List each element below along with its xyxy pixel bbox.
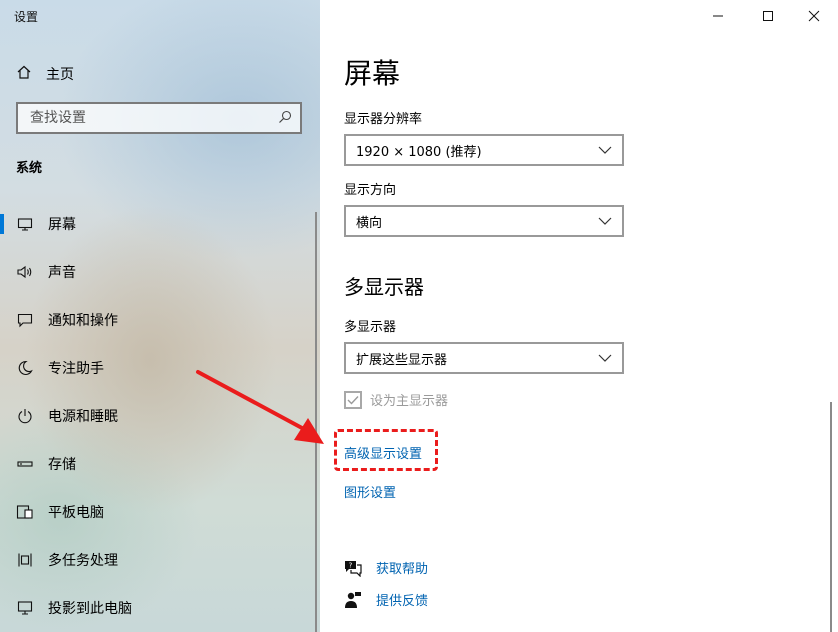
sidebar-item-focus-assist[interactable]: 专注助手	[0, 348, 316, 388]
sidebar-item-multitasking[interactable]: 多任务处理	[0, 540, 316, 580]
section-title: 系统	[16, 161, 43, 176]
give-feedback-link[interactable]: 提供反馈	[344, 590, 428, 609]
sidebar-item-label: 专注助手	[48, 361, 104, 377]
multi-display-value: 扩展这些显示器	[356, 352, 448, 368]
close-button[interactable]	[790, 0, 838, 32]
multi-display-heading: 多显示器	[344, 275, 424, 299]
minimize-button[interactable]	[694, 0, 742, 32]
project-icon	[16, 599, 34, 617]
chevron-down-icon	[598, 354, 612, 362]
sidebar-item-label: 多任务处理	[48, 553, 118, 569]
sidebar-item-sound[interactable]: 声音	[0, 252, 316, 292]
sidebar-item-display[interactable]: 屏幕	[0, 204, 316, 244]
main-content: 屏幕 显示器分辨率 1920 × 1080 (推荐) 显示方向 横向 多显示器 …	[320, 0, 838, 632]
maximize-icon	[763, 11, 773, 21]
moon-icon	[16, 359, 34, 377]
tablet-icon	[16, 503, 34, 521]
orientation-value: 横向	[356, 215, 383, 231]
resolution-value: 1920 × 1080 (推荐)	[356, 144, 482, 160]
get-help-link[interactable]: ? 获取帮助	[344, 558, 428, 577]
sidebar-item-label: 平板电脑	[48, 505, 104, 521]
speaker-icon	[16, 263, 34, 281]
search-input[interactable]	[28, 109, 252, 127]
home-icon	[16, 64, 32, 84]
resolution-label: 显示器分辨率	[344, 112, 423, 127]
storage-icon	[16, 455, 34, 473]
orientation-dropdown[interactable]: 横向	[344, 205, 624, 237]
chevron-down-icon	[598, 146, 612, 154]
svg-text:?: ?	[349, 561, 353, 569]
give-feedback-label: 提供反馈	[376, 594, 429, 609]
chevron-down-icon	[598, 217, 612, 225]
home-link[interactable]: 主页	[16, 62, 74, 86]
checkmark-icon	[347, 395, 359, 405]
orientation-label: 显示方向	[344, 183, 397, 198]
sidebar-item-storage[interactable]: 存储	[0, 444, 316, 484]
sidebar: 设置 主页 系统 屏幕 声音 通知和操作 专注助手	[0, 0, 320, 632]
close-icon	[808, 10, 820, 22]
app-title: 设置	[14, 10, 39, 24]
sidebar-item-label: 屏幕	[48, 217, 76, 233]
multi-display-label: 多显示器	[344, 320, 397, 335]
sidebar-item-tablet[interactable]: 平板电脑	[0, 492, 316, 532]
sidebar-item-label: 通知和操作	[48, 313, 118, 329]
resolution-dropdown[interactable]: 1920 × 1080 (推荐)	[344, 134, 624, 166]
sidebar-item-label: 电源和睡眠	[48, 409, 118, 425]
search-icon[interactable]	[278, 109, 292, 128]
sidebar-item-power[interactable]: 电源和睡眠	[0, 396, 316, 436]
page-title: 屏幕	[344, 57, 401, 90]
sidebar-item-label: 投影到此电脑	[48, 601, 132, 617]
sidebar-item-project[interactable]: 投影到此电脑	[0, 588, 316, 628]
notification-icon	[16, 311, 34, 329]
graphics-settings-link[interactable]: 图形设置	[344, 482, 396, 501]
multitask-icon	[16, 551, 34, 569]
sidebar-item-label: 声音	[48, 265, 76, 281]
sidebar-item-notifications[interactable]: 通知和操作	[0, 300, 316, 340]
make-main-display-row: 设为主显示器	[344, 390, 448, 409]
make-main-display-checkbox[interactable]	[344, 390, 362, 409]
feedback-person-icon	[345, 591, 361, 608]
search-box[interactable]	[16, 102, 302, 134]
minimize-icon	[713, 15, 723, 17]
multi-display-dropdown[interactable]: 扩展这些显示器	[344, 342, 624, 374]
maximize-button[interactable]	[744, 0, 792, 32]
sidebar-item-label: 存储	[48, 457, 76, 473]
make-main-display-label: 设为主显示器	[370, 394, 449, 409]
power-icon	[16, 407, 34, 425]
monitor-icon	[16, 215, 34, 233]
help-chat-icon: ?	[345, 560, 362, 577]
home-label: 主页	[46, 67, 74, 83]
sidebar-scrollbar[interactable]	[315, 212, 317, 632]
advanced-display-settings-link[interactable]: 高级显示设置	[344, 443, 422, 462]
content-scrollbar[interactable]	[830, 402, 832, 632]
get-help-label: 获取帮助	[376, 562, 429, 577]
